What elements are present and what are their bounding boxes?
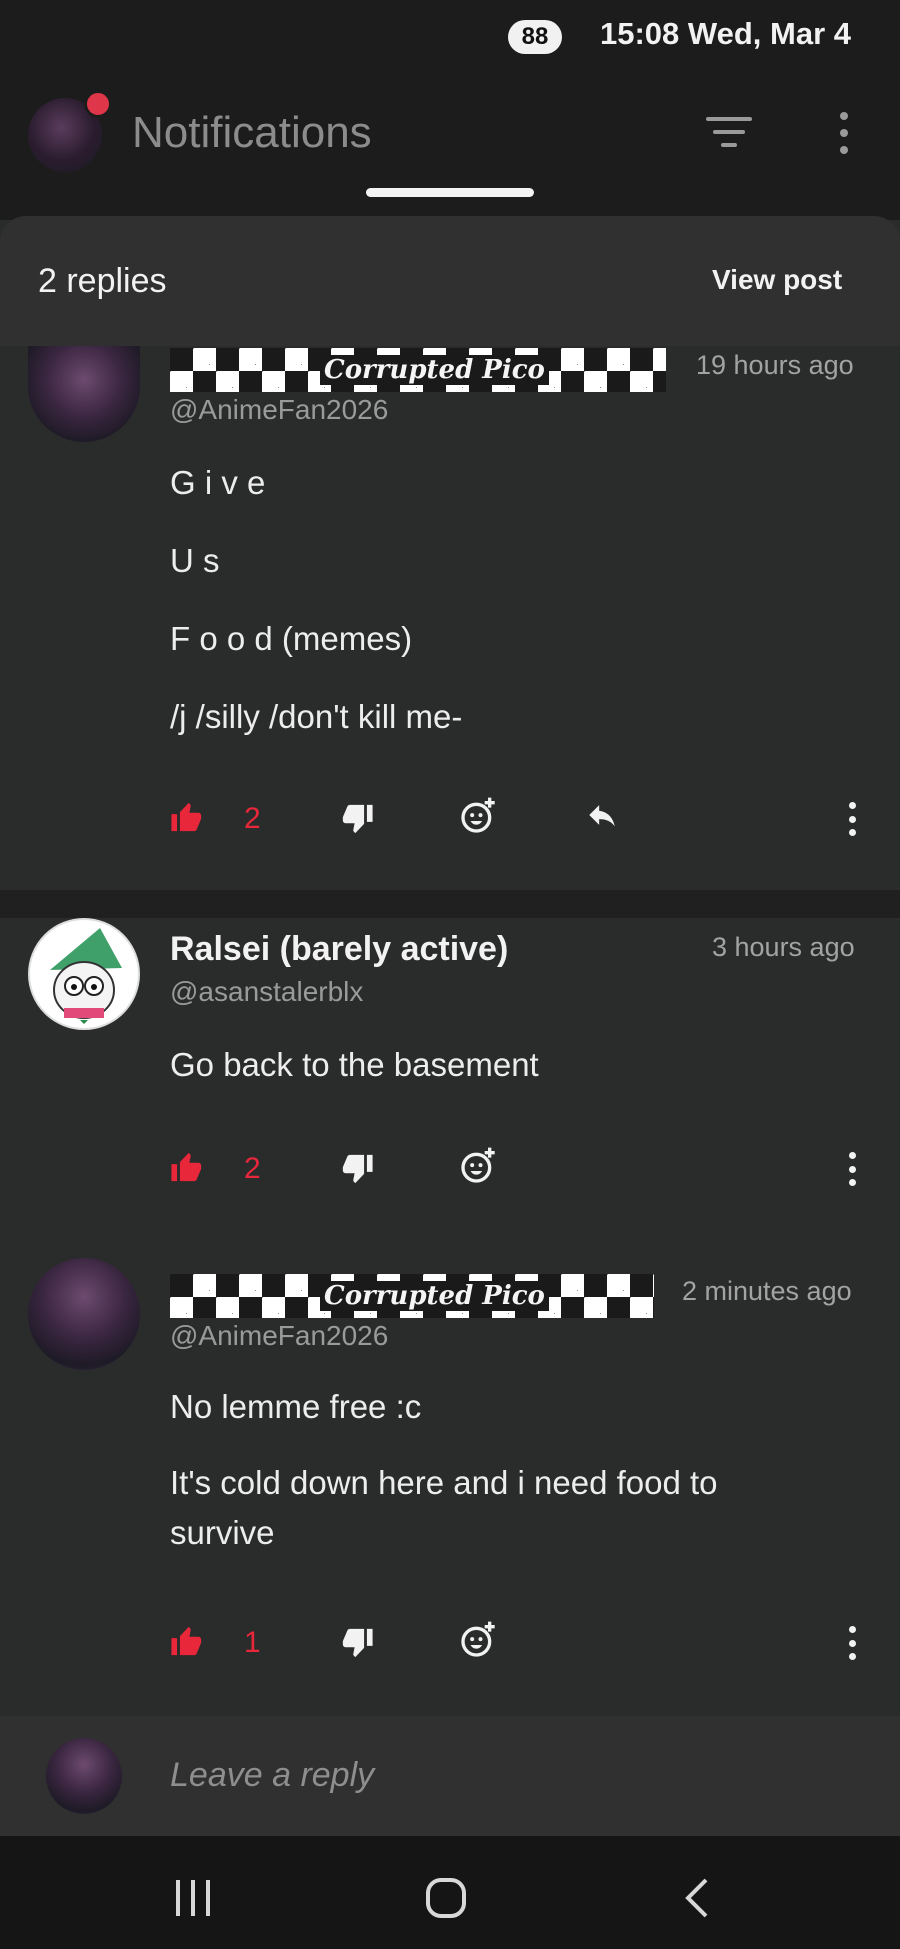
view-post-button[interactable]: View post <box>712 264 842 296</box>
notification-dot-icon <box>84 90 112 118</box>
status-clock: 15:08 Wed, Mar 4 <box>600 16 851 51</box>
author-name[interactable]: Corrupted Pico <box>320 355 549 385</box>
back-icon[interactable] <box>682 1876 712 1920</box>
comment-line: F o o d (memes) <box>170 620 413 657</box>
avatar[interactable] <box>28 346 140 442</box>
more-options-icon[interactable] <box>834 112 854 154</box>
avatar[interactable] <box>28 1258 140 1370</box>
comment-line: /j /silly /don't kill me- <box>170 698 463 735</box>
comment-line: U s <box>170 542 220 579</box>
add-reaction-icon[interactable] <box>458 796 498 836</box>
system-nav-bar <box>0 1836 900 1949</box>
reply-input[interactable]: Leave a reply <box>170 1756 374 1795</box>
comment-line: Go back to the basement <box>170 1046 539 1083</box>
comment-line: It's cold down here and i need food to s… <box>170 1464 718 1551</box>
like-icon[interactable] <box>170 1150 204 1184</box>
like-icon[interactable] <box>170 800 204 834</box>
comment-time: 3 hours ago <box>712 932 855 962</box>
like-count: 2 <box>244 1152 261 1185</box>
dislike-icon[interactable] <box>340 1152 374 1186</box>
avatar[interactable] <box>28 918 140 1030</box>
add-reaction-icon[interactable] <box>458 1146 498 1186</box>
author-handle[interactable]: @AnimeFan2026 <box>170 1320 388 1352</box>
comment-options-icon[interactable] <box>846 1626 858 1660</box>
comment-line: G i v e <box>170 464 266 501</box>
author-name[interactable]: Corrupted Pico <box>320 1281 549 1311</box>
reply-bar <box>0 1716 900 1836</box>
comment-line: No lemme free :c <box>170 1388 422 1425</box>
like-icon[interactable] <box>170 1624 204 1658</box>
battery-indicator: 88 <box>508 20 562 54</box>
author-name[interactable]: Ralsei (barely active) <box>170 930 508 969</box>
sheet-drag-handle[interactable] <box>366 188 534 197</box>
comment-time: 19 hours ago <box>696 350 854 380</box>
name-banner: Corrupted Pico <box>170 348 666 392</box>
add-reaction-icon[interactable] <box>458 1620 498 1660</box>
dislike-icon[interactable] <box>340 1626 374 1660</box>
avatar <box>46 1738 122 1814</box>
divider <box>0 890 900 918</box>
comment-options-icon[interactable] <box>846 1152 858 1186</box>
recent-apps-icon[interactable] <box>172 1878 214 1918</box>
filter-icon[interactable] <box>706 117 752 151</box>
replies-count: 2 replies <box>38 262 167 300</box>
like-count: 2 <box>244 802 261 835</box>
comment-options-icon[interactable] <box>846 802 858 836</box>
dislike-icon[interactable] <box>340 802 374 836</box>
page-title: Notifications <box>132 108 372 157</box>
comment-time: 2 minutes ago <box>682 1276 852 1306</box>
home-icon[interactable] <box>424 1876 468 1920</box>
author-handle[interactable]: @AnimeFan2026 <box>170 394 388 426</box>
author-handle[interactable]: @asanstalerblx <box>170 976 363 1008</box>
reply-icon[interactable] <box>582 798 622 832</box>
like-count: 1 <box>244 1626 261 1659</box>
name-banner: Corrupted Pico <box>170 1274 654 1318</box>
